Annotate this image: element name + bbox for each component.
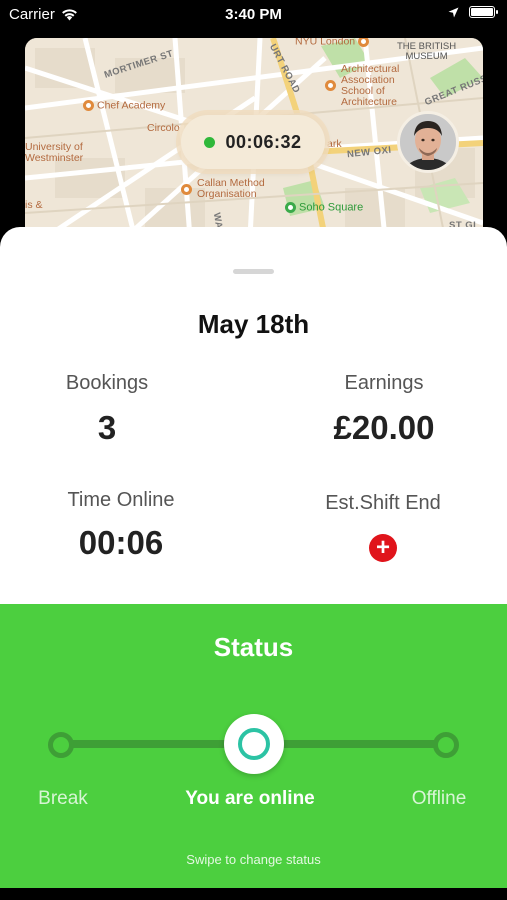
status-title: Status [213,632,294,662]
online-dot-icon [204,136,216,148]
home-indicator-area [0,888,507,900]
status-option-online[interactable]: You are online [160,788,340,810]
status-bar: Carrier 3:40 PM [0,0,507,30]
earnings-label: Earnings [344,372,424,394]
map-poi-chef-academy: Chef Academy [83,100,165,111]
shift-end-label: Est.Shift End [325,492,441,514]
summary-date: May 18th [197,309,310,339]
status-option-offline[interactable]: Offline [394,788,484,810]
offline-node[interactable] [433,732,459,758]
battery-icon [469,6,498,18]
shift-timer-value: 00:06:32 [225,131,302,152]
earnings-value: £20.00 [333,409,435,446]
map-poi-ark: ark [327,138,342,150]
break-node[interactable] [48,732,74,758]
drag-handle[interactable] [233,269,274,274]
avatar-portrait [400,114,456,170]
time-online-value: 00:06 [78,524,164,561]
status-panel: Status Break You are online Offline Swip… [0,604,507,888]
swipe-hint: Swipe to change status [186,852,321,867]
add-shift-end-button[interactable]: + [369,534,397,562]
bookings-value: 3 [97,409,117,446]
status-right [448,6,498,18]
map-poi-circolo: Circolo [147,122,180,134]
map-poi-university: University of Westminster [25,141,84,165]
avatar[interactable] [397,111,459,173]
location-arrow-icon [448,7,459,17]
map-label-edge: is & [25,199,43,211]
time-online-label: Time Online [67,489,175,511]
map-poi-british-museum: THE BRITISH MUSEUM [397,41,457,62]
map-view[interactable]: NYU London THE BRITISH MUSEUM MORTIMER S… [25,38,483,238]
shift-timer: 00:06:32 [181,115,325,169]
map-poi-nyu-london: NYU London [295,38,372,47]
bookings-label: Bookings [65,372,149,394]
clock: 3:40 PM [225,6,282,23]
map-poi-soho-square: Soho Square [285,202,363,214]
status-option-break[interactable]: Break [18,788,108,810]
status-slider-knob[interactable] [224,714,284,774]
